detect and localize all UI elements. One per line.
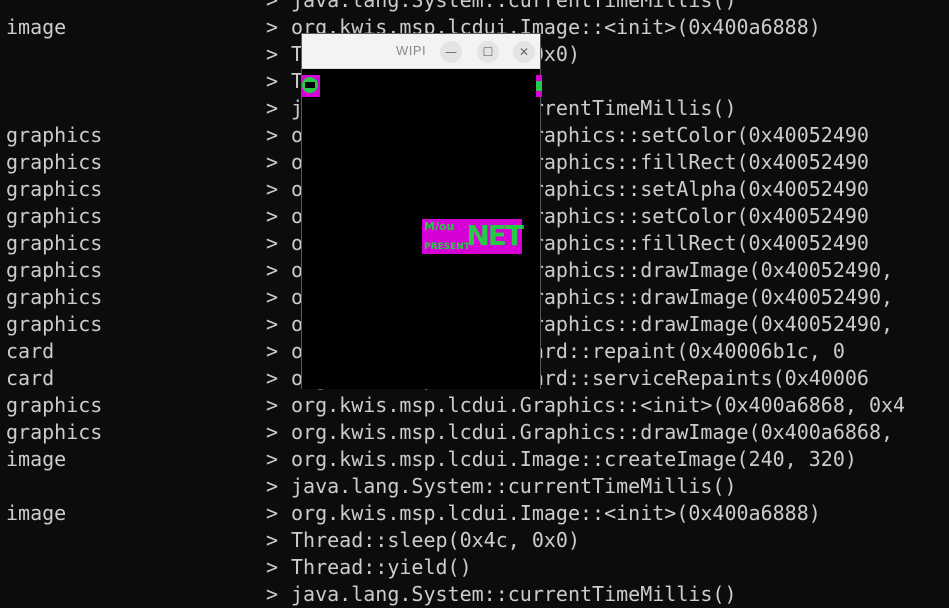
log-message: Thread::sleep(0x4c, 0x0): [291, 528, 580, 552]
log-source: graphics: [6, 150, 103, 174]
log-source: image: [6, 447, 67, 471]
log-arrow: >: [266, 258, 279, 282]
sprite-left: [302, 75, 320, 97]
log-message: org.kwis.msp.lcdui.Image::<init>(0x400a6…: [291, 501, 821, 525]
log-message: org.kwis.msp.lcdui.Image::createImage(24…: [291, 447, 857, 471]
log-source: graphics: [6, 420, 103, 444]
terminal-line: > Thread::sleep(0x4c, 0x0): [0, 527, 949, 554]
log-arrow: >: [266, 15, 279, 39]
log-source: graphics: [6, 285, 103, 309]
log-source: graphics: [6, 204, 103, 228]
terminal-line: graphics > org.kwis.msp.lcdui.Graphics::dr…: [0, 419, 949, 446]
log-arrow: >: [266, 420, 279, 444]
log-source: card: [6, 366, 55, 390]
log-arrow: >: [266, 42, 279, 66]
log-arrow: >: [266, 339, 279, 363]
log-arrow: >: [266, 177, 279, 201]
logo-small-text: M/ou: [424, 220, 455, 233]
logo-net-text: NET: [466, 219, 524, 252]
log-arrow: >: [266, 69, 279, 93]
minimize-button[interactable]: —: [440, 41, 462, 63]
terminal-line: image > org.kwis.msp.lcdui.Image::createIm…: [0, 446, 949, 473]
terminal-line: > Thread::yield(): [0, 554, 949, 581]
log-message: org.kwis.msp.lcdui.Graphics::<init>(0x40…: [291, 393, 906, 417]
log-arrow: >: [266, 366, 279, 390]
log-source: image: [6, 501, 67, 525]
log-message: java.lang.System::currentTimeMillis(): [291, 474, 737, 498]
maximize-icon: ☐: [482, 45, 494, 59]
log-source: image: [6, 15, 67, 39]
terminal-line: image > org.kwis.msp.lcdui.Image::<init>(0…: [0, 500, 949, 527]
log-message: java.lang.System::currentTimeMillis(): [291, 0, 737, 12]
log-message: org.kwis.msp.lcdui.Graphics::drawImage(0…: [291, 420, 906, 444]
log-arrow: >: [266, 528, 279, 552]
log-arrow: >: [266, 204, 279, 228]
log-source: graphics: [6, 258, 103, 282]
log-arrow: >: [266, 312, 279, 336]
splash-logo: M/ou PRESENT NET: [422, 219, 524, 254]
log-arrow: >: [266, 285, 279, 309]
log-source: graphics: [6, 177, 103, 201]
window-titlebar[interactable]: WIPI — ☐ ✕: [302, 34, 540, 69]
maximize-button[interactable]: ☐: [477, 41, 499, 63]
log-source: graphics: [6, 393, 103, 417]
terminal-line: > java.lang.System::currentTimeMillis(): [0, 473, 949, 500]
log-source: card: [6, 339, 55, 363]
log-arrow: >: [266, 555, 279, 579]
terminal-line: > java.lang.System::currentTimeMillis(): [0, 0, 949, 14]
log-arrow: >: [266, 231, 279, 255]
log-arrow: >: [266, 0, 279, 12]
log-arrow: >: [266, 393, 279, 417]
window-title: WIPI: [396, 43, 427, 58]
log-arrow: >: [266, 501, 279, 525]
wipi-window[interactable]: WIPI — ☐ ✕ M/ou PRESENT NET: [301, 33, 542, 389]
log-source: graphics: [6, 312, 103, 336]
close-icon: ✕: [518, 45, 530, 59]
log-arrow: >: [266, 123, 279, 147]
log-source: graphics: [6, 231, 103, 255]
terminal-line: graphics > org.kwis.msp.lcdui.Graphics::<i…: [0, 392, 949, 419]
log-arrow: >: [266, 96, 279, 120]
logo-present-text: PRESENT: [424, 242, 470, 252]
log-arrow: >: [266, 447, 279, 471]
log-message: Thread::yield(): [291, 555, 472, 579]
log-arrow: >: [266, 150, 279, 174]
sprite-right: [536, 75, 542, 97]
log-source: graphics: [6, 123, 103, 147]
minimize-icon: —: [445, 45, 457, 59]
close-button[interactable]: ✕: [513, 41, 535, 63]
log-arrow: >: [266, 474, 279, 498]
app-canvas[interactable]: M/ou PRESENT NET: [302, 69, 542, 389]
